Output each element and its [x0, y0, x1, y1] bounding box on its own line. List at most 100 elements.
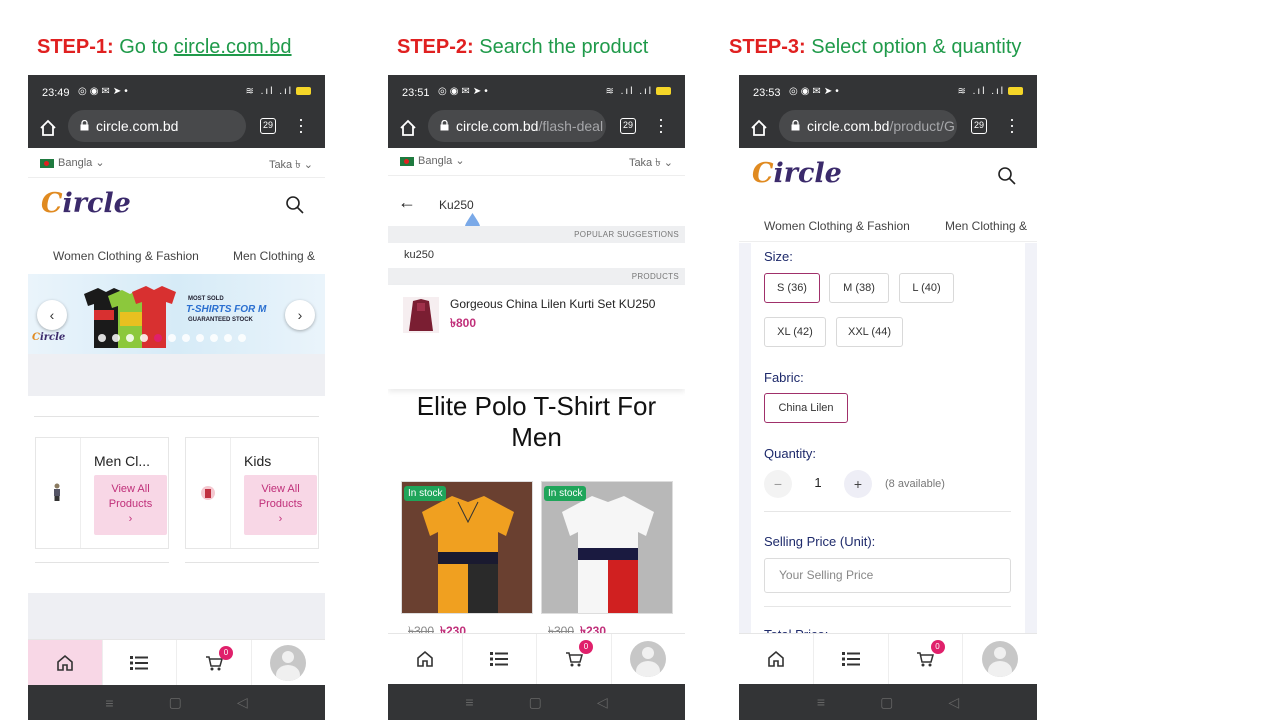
nav-cart[interactable]: 0 — [537, 634, 612, 684]
size-option-s[interactable]: S (36) — [764, 273, 820, 303]
nav-categories[interactable] — [463, 634, 537, 684]
divider — [34, 416, 319, 417]
avatar — [982, 641, 1019, 677]
home-icon[interactable] — [398, 118, 418, 138]
back-icon[interactable]: ◁ — [948, 694, 959, 711]
home-square-icon[interactable]: ▢ — [169, 694, 182, 711]
nav-home[interactable] — [388, 634, 463, 684]
quantity-value[interactable]: 1 — [811, 475, 825, 490]
url-field[interactable]: circle.com.bd/flash-deal — [428, 110, 606, 142]
menu-icon[interactable]: ≡ — [105, 695, 113, 711]
nav-account[interactable] — [252, 640, 326, 685]
step-2-title: STEP-2: Search the product — [397, 36, 648, 59]
back-icon[interactable]: ◁ — [237, 694, 248, 711]
home-square-icon[interactable]: ▢ — [880, 694, 893, 711]
back-arrow-icon[interactable]: ← — [398, 192, 416, 213]
selling-price-input[interactable]: Your Selling Price — [764, 558, 1011, 593]
list-icon — [841, 652, 860, 666]
nav-cart[interactable]: 0 — [889, 634, 964, 684]
nav-home[interactable] — [739, 634, 814, 684]
kebab-menu-icon[interactable]: · · · — [1007, 110, 1017, 140]
slider-dot[interactable] — [168, 334, 176, 342]
bottom-nav: 0 — [388, 633, 685, 684]
search-result-item[interactable]: Gorgeous China Lilen Kurti Set KU250 ৳80… — [388, 285, 685, 389]
url-domain: circle.com.bd — [456, 118, 539, 134]
fabric-option-china-lilen[interactable]: China Lilen — [764, 393, 848, 423]
category-men-clothing[interactable]: Men Clothing & — [945, 219, 1027, 233]
section-gap — [28, 593, 325, 639]
quantity-increase-button[interactable]: + — [844, 470, 872, 498]
currency-selector[interactable]: Taka ৳ ⌄ — [269, 156, 313, 175]
cart-count-badge: 0 — [219, 646, 233, 660]
category-name: Men Cl... — [94, 453, 151, 469]
promo-banner[interactable]: MOST SOLD T-SHIRTS FOR M GUARANTEED STOC… — [28, 274, 325, 354]
quantity-decrease-button[interactable]: − — [764, 470, 792, 498]
step-2-prefix: STEP-2: — [397, 36, 474, 58]
category-card-kids[interactable]: Kids View All Products › — [185, 437, 319, 549]
slider-dot[interactable] — [126, 334, 134, 342]
slider-dot[interactable] — [238, 334, 246, 342]
search-input[interactable]: Ku250 — [439, 198, 474, 212]
search-suggestion[interactable]: ku250 — [404, 249, 434, 261]
url-field[interactable]: circle.com.bd/product/G — [779, 110, 957, 142]
url-field[interactable]: circle.com.bd — [68, 110, 246, 142]
category-card-men[interactable]: Men Cl... View All Products › — [35, 437, 169, 549]
currency-selector[interactable]: Taka ৳ ⌄ — [629, 154, 673, 173]
slider-dot[interactable] — [224, 334, 232, 342]
tabs-count-button[interactable]: 29 — [260, 118, 276, 134]
view-all-products-button[interactable]: View All Products › — [94, 475, 167, 535]
home-square-icon[interactable]: ▢ — [529, 694, 542, 711]
divider — [764, 606, 1011, 607]
slider-dot[interactable] — [210, 334, 218, 342]
slider-prev-button[interactable]: ‹ — [37, 300, 67, 330]
category-men-clothing[interactable]: Men Clothing & — [233, 249, 315, 263]
menu-icon[interactable]: ≡ — [465, 694, 473, 710]
product-card[interactable]: In stock — [401, 481, 533, 614]
home-icon[interactable] — [749, 118, 769, 138]
slider-dot[interactable] — [140, 334, 148, 342]
size-option-xl[interactable]: XL (42) — [764, 317, 826, 347]
search-icon[interactable] — [997, 166, 1017, 186]
banner-line-3: GUARANTEED STOCK — [188, 317, 253, 323]
size-option-m[interactable]: M (38) — [829, 273, 889, 303]
nav-account[interactable] — [612, 634, 686, 684]
slider-dot[interactable] — [98, 334, 106, 342]
nav-categories[interactable] — [103, 640, 177, 685]
signal-battery-icons: ≋ .ıl .ıl — [606, 86, 671, 97]
tabs-count-button[interactable]: 29 — [620, 118, 636, 134]
search-icon[interactable] — [285, 195, 305, 215]
slider-dot[interactable] — [112, 334, 120, 342]
kebab-menu-icon[interactable]: · · · — [656, 110, 666, 140]
language-selector[interactable]: Bangla ⌄ — [40, 156, 105, 169]
product-card[interactable]: In stock — [541, 481, 673, 614]
slider-dot[interactable] — [196, 334, 204, 342]
view-all-products-button[interactable]: View All Products › — [244, 475, 317, 535]
system-nav-bar: ≡ ▢ ◁ — [28, 685, 325, 720]
menu-icon[interactable]: ≡ — [817, 694, 825, 710]
slider-dot[interactable] — [182, 334, 190, 342]
bottom-nav: 0 — [739, 633, 1037, 684]
language-label: Bangla — [58, 157, 93, 169]
url-path: /flash-deal — [538, 118, 604, 134]
category-women-clothing[interactable]: Women Clothing & Fashion — [53, 249, 199, 263]
circle-logo[interactable]: Circle — [41, 188, 131, 219]
home-icon[interactable] — [38, 118, 58, 138]
back-icon[interactable]: ◁ — [597, 694, 608, 711]
kurti-product-thumbnail — [403, 297, 439, 333]
language-selector[interactable]: Bangla ⌄ — [400, 154, 465, 167]
category-women-clothing[interactable]: Women Clothing & Fashion — [764, 219, 910, 233]
cart-count-badge: 0 — [579, 640, 593, 654]
nav-account[interactable] — [963, 634, 1037, 684]
nav-home[interactable] — [28, 640, 103, 685]
slider-next-button[interactable]: › — [285, 300, 315, 330]
step-1-link[interactable]: circle.com.bd — [174, 36, 292, 58]
slider-dot[interactable] — [154, 334, 162, 342]
kebab-menu-icon[interactable]: · · · — [296, 110, 306, 140]
tabs-count-button[interactable]: 29 — [971, 118, 987, 134]
size-option-xxl[interactable]: XXL (44) — [836, 317, 903, 347]
size-option-l[interactable]: L (40) — [899, 273, 954, 303]
nav-cart[interactable]: 0 — [177, 640, 252, 685]
home-icon — [768, 650, 784, 667]
circle-logo[interactable]: Circle — [752, 158, 842, 189]
nav-categories[interactable] — [814, 634, 889, 684]
